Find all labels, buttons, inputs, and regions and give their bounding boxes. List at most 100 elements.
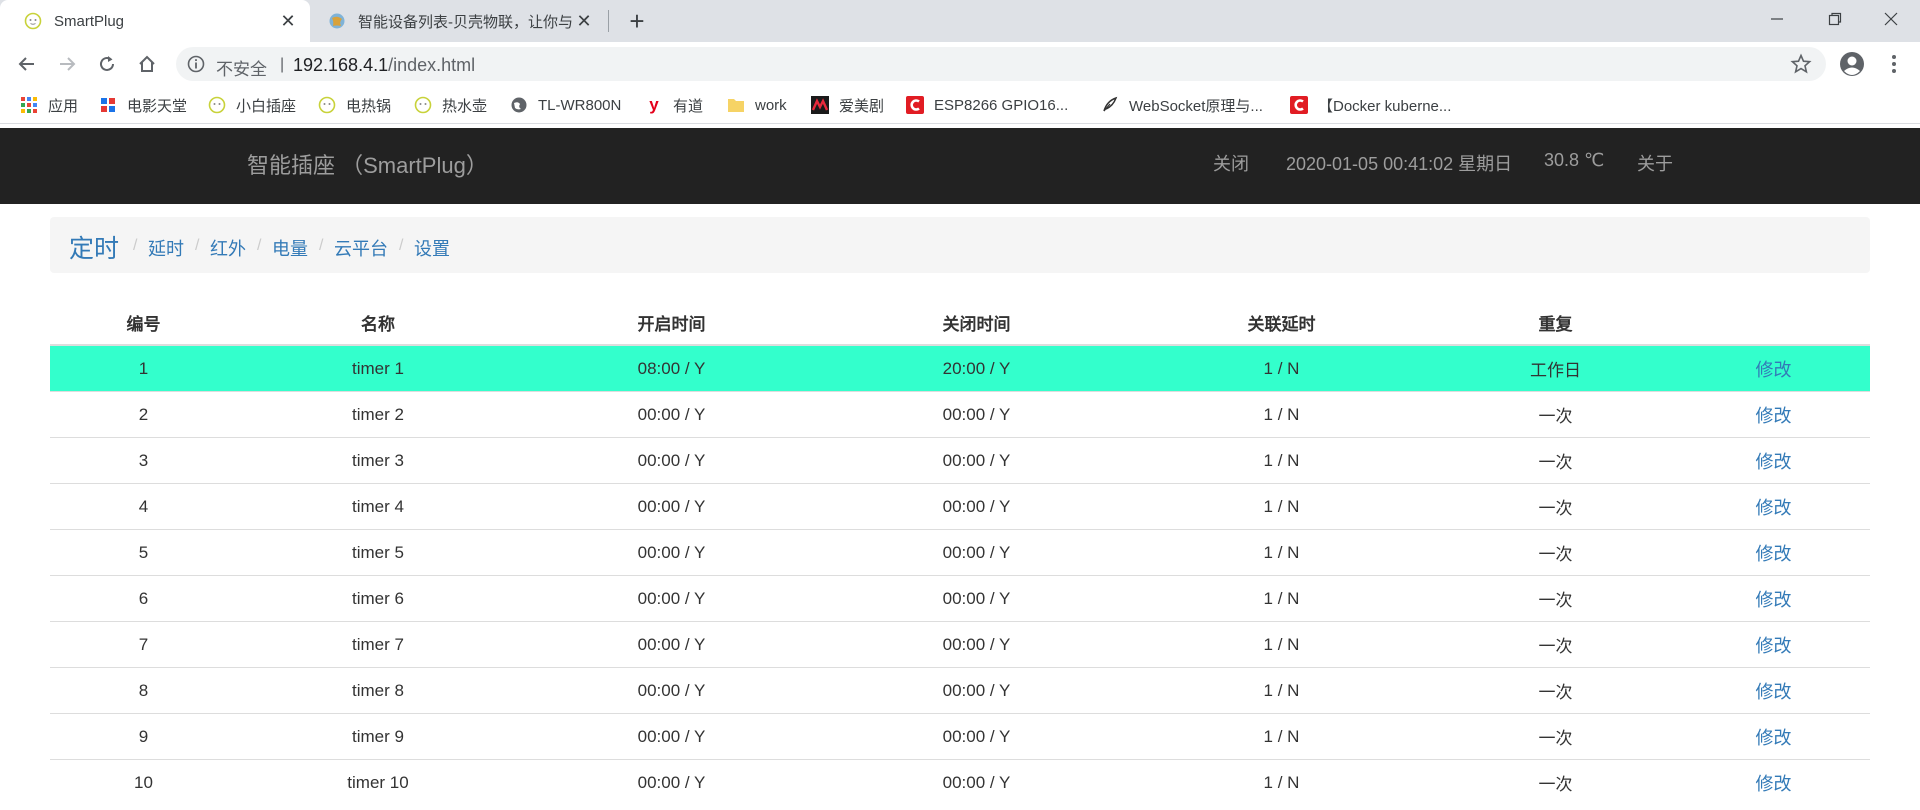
minimize-icon[interactable] <box>1748 0 1806 38</box>
bookmark-reshuihu[interactable]: 热水壶 <box>414 94 487 116</box>
cell-delay: 1 / N <box>1129 529 1434 576</box>
tab-power[interactable]: 电量 <box>272 235 308 261</box>
cell-id: 7 <box>50 621 237 668</box>
edit-link[interactable]: 修改 <box>1756 728 1792 748</box>
table-header-row: 编号 名称 开启时间 关闭时间 关联延时 重复 <box>50 300 1870 346</box>
edit-link[interactable]: 修改 <box>1756 682 1792 702</box>
cell-repeat: 一次 <box>1434 759 1677 805</box>
cell-on-time: 00:00 / Y <box>519 391 824 438</box>
cell-off-time: 00:00 / Y <box>824 667 1129 714</box>
power-status-link[interactable]: 关闭 <box>1213 150 1249 176</box>
tab-cloud[interactable]: 云平台 <box>334 235 388 261</box>
cell-repeat: 工作日 <box>1434 345 1677 392</box>
bookmark-apps[interactable]: 应用 <box>20 94 78 116</box>
brand-title[interactable]: 智能插座 （SmartPlug） <box>247 148 488 180</box>
film-icon <box>99 96 117 114</box>
tab-infrared[interactable]: 红外 <box>210 235 246 261</box>
cell-on-time: 00:00 / Y <box>519 483 824 530</box>
reload-icon[interactable] <box>93 50 121 78</box>
edit-link[interactable]: 修改 <box>1756 406 1792 426</box>
bookmark-dytt[interactable]: 电影天堂 <box>99 94 187 116</box>
cell-id: 8 <box>50 667 237 714</box>
breadcrumb-separator: / <box>319 237 324 254</box>
cell-off-time: 00:00 / Y <box>824 575 1129 622</box>
tab-delay[interactable]: 延时 <box>148 235 184 261</box>
cell-name: timer 1 <box>237 345 519 392</box>
profile-avatar-icon[interactable] <box>1838 50 1866 78</box>
cell-name: timer 6 <box>237 575 519 622</box>
breadcrumb-separator: / <box>257 237 262 254</box>
bookmarks-bar: 应用 电影天堂 小白插座 电热锅 热水壶 TL-WR800N y 有道 work… <box>0 86 1920 124</box>
cell-action: 修改 <box>1677 391 1870 438</box>
tab-smartplug[interactable]: SmartPlug ✕ <box>0 0 310 42</box>
table-row: 6 timer 6 00:00 / Y 00:00 / Y1 / N 一次 修改 <box>50 575 1870 622</box>
back-icon[interactable] <box>13 50 41 78</box>
bookmark-docker[interactable]: 【Docker kuberne... <box>1290 94 1451 116</box>
bookmark-xiaobai[interactable]: 小白插座 <box>208 94 296 116</box>
close-tab-icon[interactable]: ✕ <box>572 9 596 33</box>
bookmark-youdao[interactable]: y 有道 <box>645 94 703 116</box>
header-id: 编号 <box>50 300 237 346</box>
bookmark-dianreguo[interactable]: 电热锅 <box>318 94 391 116</box>
cell-repeat: 一次 <box>1434 667 1677 714</box>
tab-title: 智能设备列表-贝壳物联，让你与 <box>358 13 573 31</box>
cell-action: 修改 <box>1677 575 1870 622</box>
about-link[interactable]: 关于 <box>1637 150 1673 176</box>
cell-repeat: 一次 <box>1434 575 1677 622</box>
bookmark-star-icon[interactable] <box>1790 53 1812 75</box>
close-tab-icon[interactable]: ✕ <box>276 9 300 33</box>
bookmark-label: 【Docker kuberne... <box>1318 97 1452 115</box>
bookmark-esp8266[interactable]: ESP8266 GPIO16... <box>906 94 1068 116</box>
bookmark-work-folder[interactable]: work <box>727 94 787 116</box>
edit-link[interactable]: 修改 <box>1756 590 1792 610</box>
breadcrumb-separator: / <box>195 237 200 254</box>
bookmark-aimeiju[interactable]: 爱美剧 <box>811 94 884 116</box>
address-bar[interactable]: 不安全 | 192.168.4.1/index.html <box>176 47 1826 81</box>
home-icon[interactable] <box>133 50 161 78</box>
edit-link[interactable]: 修改 <box>1756 774 1792 794</box>
breadcrumb-separator: / <box>133 237 138 254</box>
bookmark-websocket[interactable]: WebSocket原理与... <box>1101 94 1263 116</box>
site-navbar: 智能插座 （SmartPlug） 关闭 2020-01-05 00:41:02 … <box>0 128 1920 204</box>
edit-link[interactable]: 修改 <box>1756 636 1792 656</box>
menu-kebab-icon[interactable] <box>1880 50 1908 78</box>
edit-link[interactable]: 修改 <box>1756 452 1792 472</box>
timer-table: 编号 名称 开启时间 关闭时间 关联延时 重复 1 timer 1 08:00 / … <box>50 300 1870 805</box>
table-row: 8 timer 8 00:00 / Y 00:00 / Y1 / N 一次 修改 <box>50 667 1870 714</box>
cell-repeat: 一次 <box>1434 621 1677 668</box>
forward-icon[interactable] <box>53 50 81 78</box>
url-path: /index.html <box>388 55 476 75</box>
new-tab-icon[interactable]: + <box>622 6 652 36</box>
edit-link[interactable]: 修改 <box>1756 360 1792 380</box>
info-icon[interactable] <box>186 54 206 74</box>
header-repeat: 重复 <box>1434 300 1677 346</box>
cell-name: timer 2 <box>237 391 519 438</box>
cell-delay: 1 / N <box>1129 483 1434 530</box>
cell-name: timer 9 <box>237 713 519 760</box>
bookmark-label: 应用 <box>48 97 79 115</box>
restore-icon[interactable] <box>1806 0 1864 38</box>
bookmark-tlwr800n[interactable]: TL-WR800N <box>510 94 621 116</box>
tab-timer[interactable]: 定时 <box>69 229 119 265</box>
cell-name: timer 7 <box>237 621 519 668</box>
cell-off-time: 00:00 / Y <box>824 621 1129 668</box>
close-window-icon[interactable] <box>1862 0 1920 38</box>
cell-delay: 1 / N <box>1129 345 1434 392</box>
cell-id: 1 <box>50 345 237 392</box>
header-action <box>1677 300 1870 346</box>
tab-beike[interactable]: 智能设备列表-贝壳物联，让你与 ✕ <box>304 0 606 42</box>
cell-action: 修改 <box>1677 345 1870 392</box>
cell-delay: 1 / N <box>1129 391 1434 438</box>
temperature-display: 30.8 ℃ <box>1544 150 1605 170</box>
cell-id: 10 <box>50 759 237 805</box>
cell-off-time: 00:00 / Y <box>824 529 1129 576</box>
tab-settings[interactable]: 设置 <box>414 235 450 261</box>
table-row: 3 timer 3 00:00 / Y 00:00 / Y1 / N 一次 修改 <box>50 437 1870 484</box>
globe-icon <box>329 13 345 29</box>
edit-link[interactable]: 修改 <box>1756 498 1792 518</box>
edit-link[interactable]: 修改 <box>1756 544 1792 564</box>
cell-off-time: 00:00 / Y <box>824 437 1129 484</box>
folder-icon <box>727 96 745 114</box>
cell-action: 修改 <box>1677 621 1870 668</box>
cell-off-time: 00:00 / Y <box>824 759 1129 805</box>
